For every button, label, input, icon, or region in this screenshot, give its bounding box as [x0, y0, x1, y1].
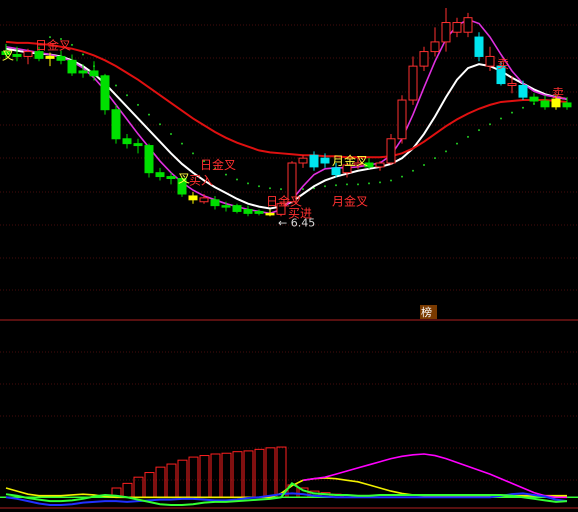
- sar-dot: [324, 185, 326, 188]
- candle-body: [320, 157, 330, 164]
- candle-body: [100, 75, 110, 111]
- sar-dot: [522, 106, 524, 109]
- candle-body: [243, 209, 253, 214]
- sar-dot: [236, 178, 238, 181]
- candle-body: [232, 205, 242, 212]
- sar-dot: [390, 179, 392, 182]
- sar-dot: [269, 187, 271, 190]
- candle-body: [529, 96, 539, 102]
- candle-body: [562, 102, 572, 108]
- candle-body: [89, 70, 99, 77]
- sar-dot: [335, 184, 337, 187]
- sar-dot: [434, 157, 436, 160]
- sar-dot: [423, 163, 425, 166]
- candle-body: [166, 176, 176, 179]
- sar-dot: [489, 123, 491, 126]
- candle-body: [144, 145, 154, 174]
- stock-chart: 日金叉叉日金叉叉买入日金叉 月金叉买进月金叉卖卖 ← 6.45 榜: [0, 0, 578, 512]
- sar-dot: [467, 135, 469, 138]
- candle-body: [67, 59, 77, 74]
- sar-dot: [148, 113, 150, 116]
- candle-body: [408, 65, 418, 101]
- signal-label: 卖: [552, 86, 564, 100]
- sar-dot: [379, 181, 381, 184]
- signal-label: 月金叉: [332, 153, 368, 168]
- candle-body: [331, 167, 341, 176]
- sar-dot: [115, 84, 117, 87]
- sar-dot: [225, 173, 227, 176]
- candle-body: [265, 212, 275, 216]
- signal-label: 卖: [497, 57, 509, 71]
- chart-background: [0, 0, 578, 512]
- candle-body: [375, 162, 385, 168]
- panel-tag-label: 榜: [421, 305, 432, 319]
- candle-body: [309, 154, 319, 168]
- signal-label: 叉: [2, 48, 14, 62]
- sar-dot: [511, 111, 513, 114]
- candle-body: [210, 199, 220, 207]
- candle-body: [78, 70, 88, 74]
- sar-dot: [445, 150, 447, 153]
- candle-body: [199, 197, 209, 203]
- candle-body: [397, 99, 407, 140]
- sar-dot: [137, 103, 139, 106]
- sar-dot: [181, 142, 183, 145]
- sar-dot: [346, 183, 348, 186]
- sar-dot: [192, 152, 194, 155]
- candle-body: [133, 143, 143, 147]
- panel-tag[interactable]: 榜: [420, 305, 437, 319]
- sar-dot: [478, 129, 480, 132]
- signal-label: 买入: [189, 173, 213, 187]
- candle-body: [551, 98, 561, 108]
- sar-dot: [170, 132, 172, 135]
- candle-body: [254, 210, 264, 214]
- candle-body: [111, 109, 121, 140]
- sar-dot: [280, 188, 282, 191]
- candle-body: [507, 83, 517, 86]
- candle-body: [12, 54, 22, 57]
- candle-body: [518, 85, 528, 98]
- sar-dot: [247, 182, 249, 185]
- sar-dot: [159, 123, 161, 126]
- candle-body: [56, 55, 66, 61]
- candle-body: [23, 51, 33, 57]
- candle-body: [155, 172, 165, 178]
- sar-dot: [302, 188, 304, 191]
- candle-body: [430, 41, 440, 53]
- low-price-marker: ← 6.45: [278, 216, 315, 229]
- candle-body: [452, 22, 462, 33]
- signal-label: 日金叉: [200, 157, 236, 172]
- candle-body: [485, 55, 495, 67]
- candle-body: [188, 195, 198, 201]
- candle-body: [474, 36, 484, 57]
- sar-dot: [456, 142, 458, 145]
- sar-dot: [500, 117, 502, 120]
- signal-label: 月金叉: [332, 194, 368, 209]
- sar-dot: [82, 53, 84, 56]
- candle-body: [298, 157, 308, 164]
- candle-body: [122, 138, 132, 145]
- candle-body: [419, 51, 429, 67]
- sar-dot: [71, 43, 73, 46]
- candle-body: [386, 138, 396, 164]
- candle-body: [221, 205, 231, 208]
- sar-dot: [401, 175, 403, 178]
- sar-dot: [412, 169, 414, 172]
- sar-dot: [368, 182, 370, 185]
- signal-label: 日金叉: [35, 38, 71, 53]
- candle-body: [540, 100, 550, 108]
- sar-dot: [258, 185, 260, 188]
- candle-body: [441, 22, 451, 43]
- candle-body: [45, 55, 55, 59]
- sar-dot: [126, 94, 128, 97]
- candle-body: [463, 17, 473, 33]
- sar-dot: [357, 183, 359, 186]
